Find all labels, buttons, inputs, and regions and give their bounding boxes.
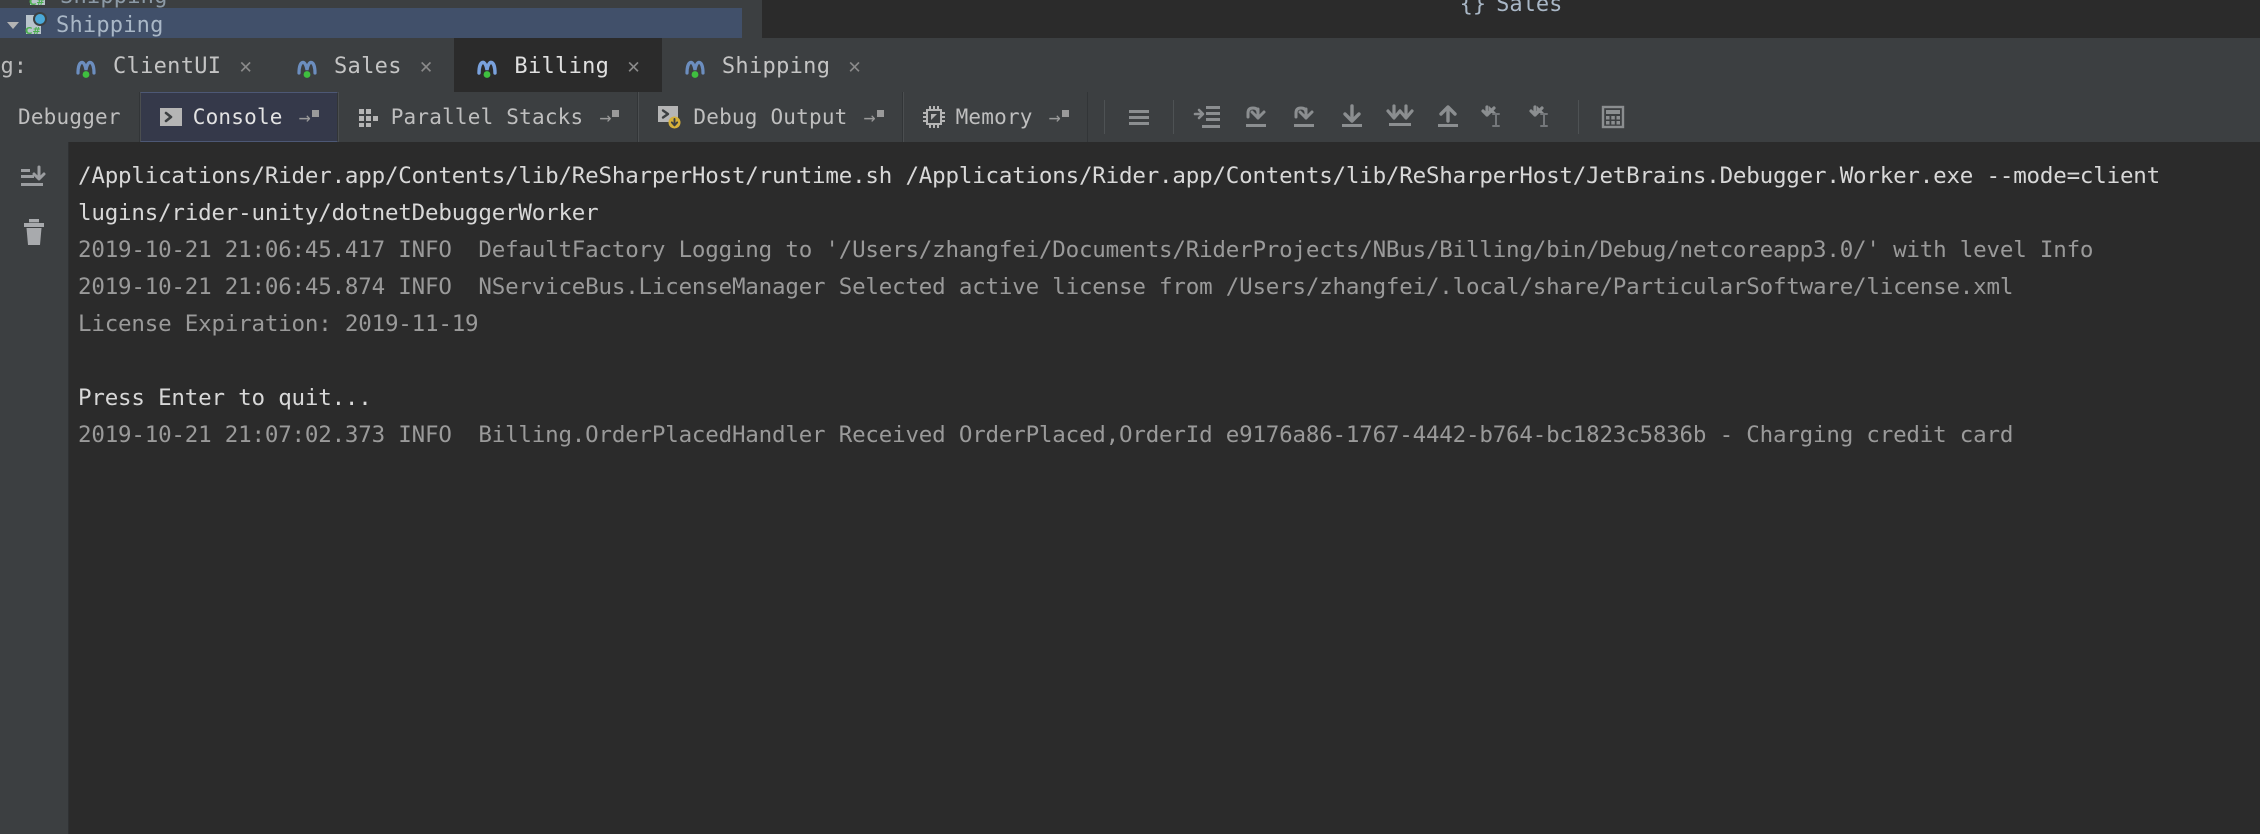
triangle-down-icon[interactable]: [8, 0, 26, 5]
run-to-cursor-icon[interactable]: [1472, 94, 1520, 140]
scroll-to-end-icon[interactable]: [9, 156, 59, 200]
step-into-my-code-icon[interactable]: [1184, 94, 1232, 140]
console-output[interactable]: /Applications/Rider.app/Contents/lib/ReS…: [68, 142, 2260, 834]
nservicebus-icon: [75, 53, 101, 79]
rider-debug-window: C# Shipping C# Shipping {} Sales bug:: [0, 0, 2260, 834]
tab-console[interactable]: Console →: [139, 92, 338, 142]
close-icon[interactable]: ✕: [627, 55, 640, 77]
console-icon: [159, 105, 183, 129]
tab-debug-output-label: Debug Output: [693, 105, 848, 129]
console-line: 2019-10-21 21:07:02.373 INFO Billing.Ord…: [78, 422, 2014, 448]
tab-debugger[interactable]: Debugger: [0, 92, 140, 142]
debug-session-tabs: bug: ClientUI ✕ Sales ✕: [0, 38, 2260, 94]
console-line: License Expiration: 2019-11-19: [78, 311, 479, 337]
debug-output-icon: [657, 104, 683, 130]
session-tab-clientui[interactable]: ClientUI ✕: [53, 38, 274, 94]
nservicebus-icon: [684, 53, 710, 79]
soft-wrap-icon[interactable]: [1115, 94, 1163, 140]
stacks-icon: [357, 105, 381, 129]
step-over-icon[interactable]: [1280, 94, 1328, 140]
tab-debugger-label: Debugger: [18, 105, 121, 129]
console-gutter-toolbar: [0, 142, 69, 834]
tab-parallel-stacks-label: Parallel Stacks: [390, 105, 584, 129]
csharp-project-icon: C#: [28, 0, 54, 8]
nservicebus-icon: [296, 53, 322, 79]
console-panel: /Applications/Rider.app/Contents/lib/ReS…: [0, 142, 2260, 834]
close-icon[interactable]: ✕: [239, 55, 252, 77]
tab-memory[interactable]: Memory →: [902, 92, 1088, 142]
memory-chip-icon: [922, 105, 946, 129]
force-run-to-cursor-icon[interactable]: [1520, 94, 1568, 140]
session-tab-label: Sales: [334, 53, 402, 79]
pin-tab-icon[interactable]: →: [1049, 105, 1069, 129]
toolbar-divider: [1103, 100, 1105, 134]
tree-row-shipping[interactable]: C# Shipping: [0, 8, 742, 42]
toolbar-divider: [1577, 100, 1579, 134]
triangle-down-icon[interactable]: [4, 16, 22, 34]
session-tab-label: Billing: [514, 53, 610, 79]
pin-tab-icon[interactable]: →: [864, 105, 884, 129]
debugger-toolbar: Debugger Console → Parallel Stacks → Deb…: [0, 92, 2260, 142]
session-tab-label: ClientUI: [112, 53, 222, 79]
pin-tab-icon[interactable]: →: [299, 105, 319, 129]
session-tab-billing[interactable]: Billing ✕: [454, 38, 662, 94]
clear-all-icon[interactable]: [9, 210, 59, 254]
debug-tool-window-label: bug:: [0, 53, 27, 79]
namespace-brace-icon: {}: [1459, 0, 1487, 17]
tree-row-clipped[interactable]: C# Shipping: [0, 0, 742, 9]
close-icon[interactable]: ✕: [420, 55, 433, 77]
csharp-project-icon: C#: [24, 13, 50, 37]
tree-row-label: Shipping: [56, 12, 164, 38]
console-line: 2019-10-21 21:06:45.417 INFO DefaultFact…: [78, 237, 2094, 263]
tab-debug-output[interactable]: Debug Output →: [638, 92, 903, 142]
pin-tab-icon[interactable]: →: [599, 105, 620, 129]
tab-parallel-stacks[interactable]: Parallel Stacks →: [337, 92, 639, 142]
tab-console-label: Console: [192, 105, 283, 129]
tab-memory-label: Memory: [955, 105, 1033, 129]
console-line: 2019-10-21 21:06:45.874 INFO NServiceBus…: [78, 274, 2014, 300]
session-tab-sales[interactable]: Sales ✕: [274, 38, 454, 94]
force-step-over-icon[interactable]: [1232, 94, 1280, 140]
session-tab-shipping[interactable]: Shipping ✕: [662, 38, 883, 94]
force-step-into-icon[interactable]: [1376, 94, 1424, 140]
console-line: /Applications/Rider.app/Contents/lib/ReS…: [78, 163, 2160, 189]
step-into-icon[interactable]: [1328, 94, 1376, 140]
session-tab-label: Shipping: [721, 53, 831, 79]
nservicebus-icon: [476, 53, 502, 79]
evaluate-expression-icon[interactable]: [1589, 94, 1637, 140]
console-line: Press Enter to quit...: [78, 385, 372, 411]
console-line: lugins/rider-unity/dotnetDebuggerWorker: [78, 200, 599, 226]
step-out-icon[interactable]: [1424, 94, 1472, 140]
breadcrumb-label: Sales: [1496, 0, 1563, 17]
breadcrumb[interactable]: {} Sales: [1460, 0, 1563, 17]
close-icon[interactable]: ✕: [848, 55, 861, 77]
toolbar-divider: [1172, 100, 1174, 134]
